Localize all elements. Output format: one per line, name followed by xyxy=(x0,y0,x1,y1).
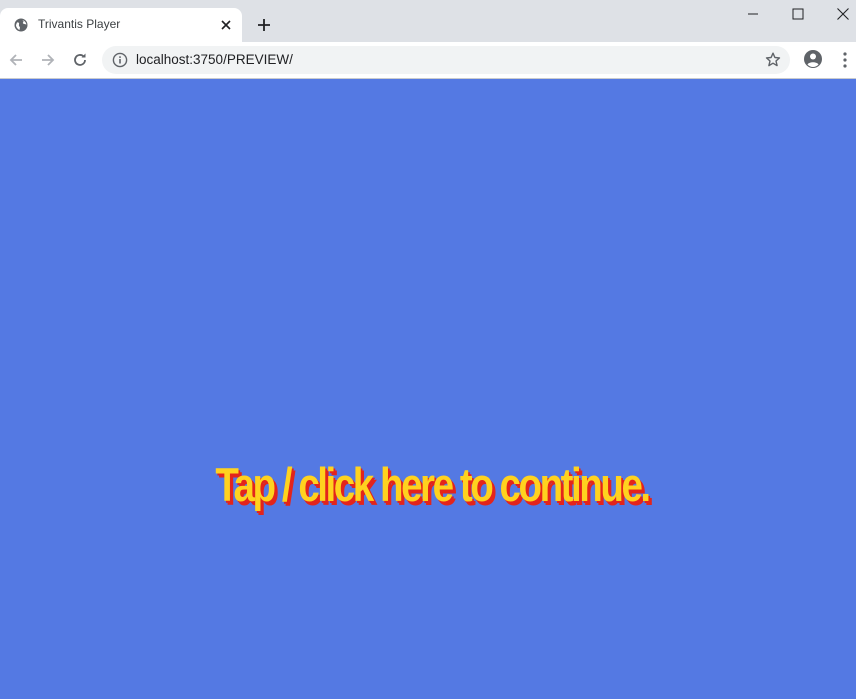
tab-strip: Trivantis Player xyxy=(0,0,856,42)
browser-window: Trivantis Player localhost:3750/PREVIEW/… xyxy=(0,0,856,699)
maximize-icon[interactable] xyxy=(789,5,807,23)
arrow-right-icon[interactable] xyxy=(38,50,58,70)
minimize-icon[interactable] xyxy=(744,5,762,23)
close-tab-icon[interactable] xyxy=(218,17,234,33)
arrow-left-icon[interactable] xyxy=(6,50,26,70)
star-icon[interactable] xyxy=(764,51,782,69)
info-icon[interactable] xyxy=(112,52,128,68)
close-window-icon[interactable] xyxy=(834,5,852,23)
continue-prompt[interactable]: Tap / click here to continue. xyxy=(78,457,786,512)
url-text[interactable]: localhost:3750/PREVIEW/ xyxy=(136,52,293,67)
address-bar[interactable]: localhost:3750/PREVIEW/ xyxy=(102,46,790,74)
reload-icon[interactable] xyxy=(70,50,90,70)
browser-toolbar: localhost:3750/PREVIEW/ xyxy=(0,42,856,79)
tab-title: Trivantis Player xyxy=(38,17,121,31)
globe-icon xyxy=(14,18,28,32)
tab-trivantis-player[interactable]: Trivantis Player xyxy=(0,8,242,42)
account-circle-icon[interactable] xyxy=(803,49,823,69)
kebab-menu-icon[interactable] xyxy=(838,50,852,70)
player-content[interactable]: Tap / click here to continue. xyxy=(0,79,856,699)
plus-icon[interactable] xyxy=(255,16,273,34)
